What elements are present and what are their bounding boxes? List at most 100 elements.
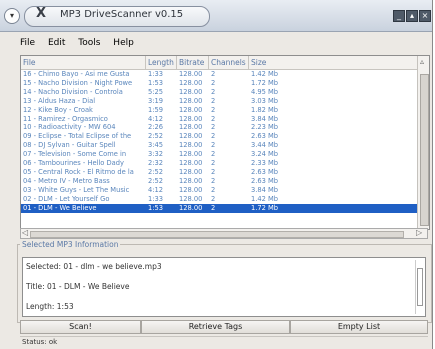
- scroll-right-icon[interactable]: ▷: [416, 228, 422, 237]
- menu-edit[interactable]: Edit: [48, 38, 65, 48]
- table-cell: 2: [211, 96, 216, 105]
- table-cell: 5:25: [148, 87, 164, 96]
- table-cell: 2: [211, 114, 216, 123]
- table-cell: 2:32: [148, 159, 164, 168]
- retrieve-tags-button[interactable]: Retrieve Tags: [141, 320, 290, 334]
- table-cell: 1:33: [148, 70, 164, 78]
- table-cell: 2: [211, 123, 216, 132]
- table-cell: 2: [211, 203, 216, 212]
- minimize-icon[interactable]: _: [393, 10, 405, 22]
- table-cell: 128.00: [179, 176, 203, 185]
- menu-file[interactable]: File: [20, 38, 35, 48]
- window-menu-icon[interactable]: ▾: [4, 8, 20, 24]
- maximize-icon[interactable]: ▴: [406, 10, 418, 22]
- table-cell: 3.24 Mb: [251, 150, 279, 159]
- table-cell: 3.84 Mb: [251, 114, 279, 123]
- table-cell: 1:59: [148, 105, 164, 114]
- hscroll-thumb[interactable]: [30, 231, 404, 238]
- close-icon[interactable]: ×: [419, 10, 431, 22]
- menu-tools[interactable]: Tools: [78, 38, 100, 48]
- table-cell: 4:12: [148, 114, 164, 123]
- table-row[interactable]: 08 - DJ Sylvan - Guitar Spell 3:45 128.00 2…: [21, 141, 417, 150]
- table-cell: 128.00: [179, 87, 203, 96]
- column-header-file[interactable]: File: [21, 56, 146, 69]
- table-row[interactable]: 09 - Eclipse - Total Eclipse of the 2:52 1…: [21, 132, 417, 141]
- table-row[interactable]: 11 - Ramirez - Orgasmico 4:12 128.00 2 3.84 …: [21, 115, 417, 124]
- column-header-length[interactable]: Length: [146, 56, 177, 69]
- table-cell: 07 - Television - Some Come in: [23, 150, 127, 159]
- table-cell: 1.72 Mb: [251, 78, 279, 87]
- scroll-left-icon[interactable]: ◁: [22, 228, 28, 237]
- table-row[interactable]: 05 - Central Rock - El Ritmo de la 2:52 12…: [21, 168, 417, 177]
- list-rows: 16 - Chimo Bayo - Asi me Gusta 1:33 128.00…: [21, 70, 417, 213]
- table-cell: 04 - Metro IV - Metro Bass: [23, 176, 110, 185]
- table-cell: 1.82 Mb: [251, 105, 279, 114]
- status-bar: Status: ok: [20, 336, 428, 348]
- empty-list-button[interactable]: Empty List: [290, 320, 428, 334]
- table-cell: 2: [211, 70, 216, 78]
- table-row[interactable]: 04 - Metro IV - Metro Bass 2:52 128.00 2 2.6…: [21, 177, 417, 186]
- table-row[interactable]: 10 - Radioactivity - MW 604 2:26 128.00 2 2.…: [21, 123, 417, 132]
- info-scrollbar[interactable]: [415, 260, 423, 314]
- table-cell: 128.00: [179, 194, 203, 203]
- column-header-size[interactable]: Size: [249, 56, 417, 69]
- list-vertical-scrollbar[interactable]: ▵: [417, 56, 429, 229]
- selected-info-legend: Selected MP3 Information: [20, 240, 121, 249]
- table-cell: 2.33 Mb: [251, 159, 279, 168]
- table-row[interactable]: 12 - Kike Boy - Croak 1:59 128.00 2 1.82 Mb: [21, 106, 417, 115]
- table-cell: 2: [211, 150, 216, 159]
- table-cell: 2: [211, 185, 216, 194]
- scroll-thumb[interactable]: [420, 74, 429, 226]
- table-cell: 128.00: [179, 105, 203, 114]
- table-cell: 1:53: [148, 203, 164, 212]
- table-cell: 128.00: [179, 150, 203, 159]
- table-cell: 128.00: [179, 132, 203, 141]
- table-row[interactable]: 03 - White Guys - Let The Music 4:12 128.0…: [21, 186, 417, 195]
- scroll-up-icon[interactable]: ▵: [420, 57, 424, 66]
- table-row[interactable]: 02 - DLM - Let Yourself Go 1:33 128.00 2 1.4…: [21, 195, 417, 204]
- table-row[interactable]: 13 - Aldus Haza - Dial 3:19 128.00 2 3.03 Mb: [21, 97, 417, 106]
- table-row[interactable]: 15 - Nacho Division - Night Powe 1:53 128.…: [21, 79, 417, 88]
- column-header-bitrate[interactable]: Bitrate: [177, 56, 209, 69]
- table-cell: 03 - White Guys - Let The Music: [23, 185, 130, 194]
- table-cell: 3:32: [148, 150, 164, 159]
- table-cell: 1:33: [148, 194, 164, 203]
- table-cell: 1.72 Mb: [251, 203, 279, 212]
- table-row[interactable]: 14 - Nacho Division - Controla 5:25 128.00…: [21, 88, 417, 97]
- status-text: Status: ok: [22, 338, 58, 346]
- table-cell: 128.00: [179, 70, 203, 78]
- table-cell: 16 - Chimo Bayo - Asi me Gusta: [23, 70, 130, 78]
- app-window: ▾ X MP3 DriveScanner v0.15 _ ▴ × File Ed…: [0, 0, 433, 349]
- table-cell: 09 - Eclipse - Total Eclipse of the: [23, 132, 132, 141]
- menu-help[interactable]: Help: [113, 38, 134, 48]
- table-row[interactable]: 07 - Television - Some Come in 3:32 128.00…: [21, 150, 417, 159]
- info-length-line: Length: 1:53: [26, 302, 74, 311]
- table-cell: 1.42 Mb: [251, 70, 279, 78]
- info-selected-line: Selected: 01 - dlm - we believe.mp3: [26, 262, 162, 271]
- button-row: Scan! Retrieve Tags Empty List: [20, 320, 428, 334]
- column-header-channels[interactable]: Channels: [209, 56, 249, 69]
- table-cell: 2.63 Mb: [251, 167, 279, 176]
- table-cell: 4.95 Mb: [251, 87, 279, 96]
- table-cell: 02 - DLM - Let Yourself Go: [23, 194, 110, 203]
- list-horizontal-scrollbar[interactable]: ◁ ▷: [20, 228, 428, 239]
- table-cell: 3.84 Mb: [251, 185, 279, 194]
- table-cell: 11 - Ramirez - Orgasmico: [23, 114, 108, 123]
- selected-info-text[interactable]: Selected: 01 - dlm - we believe.mp3 Titl…: [22, 257, 426, 317]
- table-cell: 2:52: [148, 176, 164, 185]
- mp3-file-list[interactable]: File Length Bitrate Channels Size 16 - C…: [20, 55, 430, 230]
- table-row[interactable]: 16 - Chimo Bayo - Asi me Gusta 1:33 128.00…: [21, 70, 417, 79]
- table-cell: 1.42 Mb: [251, 194, 279, 203]
- selected-info-group: Selected MP3 Information Selected: 01 - …: [17, 240, 432, 323]
- table-cell: 2.63 Mb: [251, 132, 279, 141]
- scan-button[interactable]: Scan!: [20, 320, 141, 334]
- table-cell: 2:52: [148, 132, 164, 141]
- table-cell: 128.00: [179, 96, 203, 105]
- table-cell: 06 - Tambourines - Hello Dady: [23, 159, 124, 168]
- table-row[interactable]: 06 - Tambourines - Hello Dady 2:32 128.00 2…: [21, 159, 417, 168]
- table-cell: 128.00: [179, 159, 203, 168]
- table-cell: 12 - Kike Boy - Croak: [23, 105, 93, 114]
- table-cell: 2: [211, 176, 216, 185]
- table-row[interactable]: 01 - DLM - We Believe 1:53 128.00 2 1.72 Mb: [21, 203, 417, 213]
- table-cell: 128.00: [179, 185, 203, 194]
